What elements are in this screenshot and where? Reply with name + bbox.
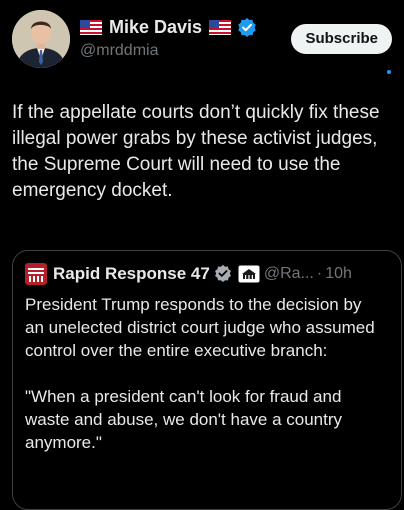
quoted-paragraph: "When a president can't look for fraud a…: [25, 387, 343, 452]
us-flag-icon: [209, 19, 232, 35]
quoted-timestamp[interactable]: 10h: [325, 265, 352, 283]
dot-separator: ·: [316, 265, 323, 282]
author-handle[interactable]: @mrddmia: [80, 42, 300, 60]
author-names: Mike Davis @mrddmia: [80, 14, 300, 60]
quoted-handle[interactable]: @Ra...: [264, 265, 314, 283]
unread-dot: [387, 70, 391, 74]
post-text: If the appellate courts don’t quickly fi…: [12, 102, 380, 201]
quoted-avatar[interactable]: [25, 263, 47, 285]
post-header: Mike Davis @mrddmia Subscribe: [12, 10, 404, 74]
name-row: Mike Davis: [80, 14, 300, 40]
verified-badge-icon[interactable]: [214, 264, 234, 284]
author-display-name[interactable]: Mike Davis: [109, 17, 202, 38]
quoted-paragraph: President Trump responds to the decision…: [25, 295, 375, 360]
quoted-post-header: Rapid Response 47 @Ra... · 10h: [25, 263, 352, 285]
quoted-post[interactable]: Rapid Response 47 @Ra... · 10h President…: [12, 250, 402, 510]
subscribe-button[interactable]: Subscribe: [291, 24, 392, 54]
quoted-display-name[interactable]: Rapid Response 47: [53, 264, 210, 284]
white-house-badge-icon: [238, 265, 260, 283]
verified-badge-icon[interactable]: [237, 17, 257, 37]
us-flag-icon: [80, 19, 102, 35]
quoted-post-text: President Trump responds to the decision…: [25, 293, 385, 454]
avatar[interactable]: [12, 10, 70, 68]
post: Mike Davis @mrddmia Subscribe If the app…: [0, 0, 404, 510]
